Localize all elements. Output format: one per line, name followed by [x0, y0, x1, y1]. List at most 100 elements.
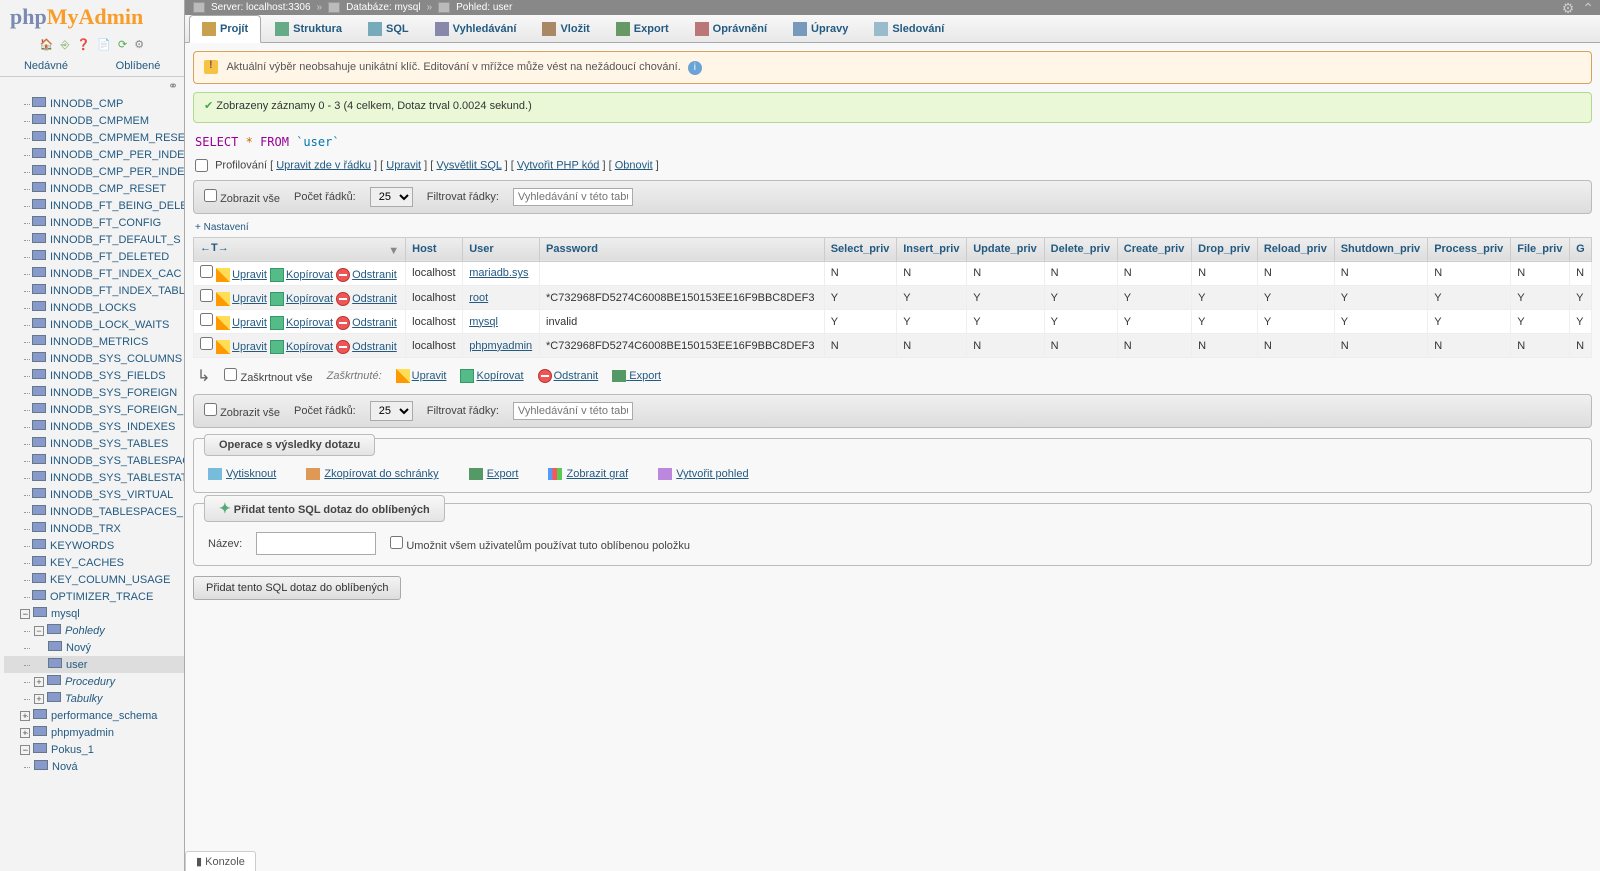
tree-table[interactable]: INNODB_FT_CONFIG: [4, 214, 184, 231]
col-header[interactable]: Host: [406, 237, 463, 261]
bulk-copy[interactable]: Kopírovat: [460, 369, 523, 383]
profiling-checkbox[interactable]: [195, 159, 208, 172]
row-checkbox[interactable]: [200, 337, 213, 350]
bc-view[interactable]: Pohled: user: [456, 2, 512, 13]
tree-procedures[interactable]: +Procedury: [4, 673, 184, 690]
col-header[interactable]: Create_priv: [1117, 237, 1191, 261]
showall-checkbox[interactable]: [204, 189, 217, 202]
tree-table[interactable]: INNODB_SYS_TABLESPAC: [4, 452, 184, 469]
tree-table[interactable]: INNODB_CMP_PER_INDEX: [4, 146, 184, 163]
checkall-checkbox[interactable]: [224, 368, 237, 381]
expand-icon[interactable]: −: [20, 745, 30, 755]
row-delete[interactable]: Odstranit: [352, 341, 397, 353]
gear-icon[interactable]: ⚙: [1562, 0, 1575, 16]
row-edit[interactable]: Upravit: [232, 341, 267, 353]
link-explain[interactable]: Vysvětlit SQL: [436, 159, 501, 171]
tree-table[interactable]: KEY_COLUMN_USAGE: [4, 571, 184, 588]
row-delete[interactable]: Odstranit: [352, 317, 397, 329]
tree-table[interactable]: INNODB_SYS_FOREIGN: [4, 384, 184, 401]
docs-icon[interactable]: ❓: [76, 39, 90, 51]
expand-icon[interactable]: +: [20, 711, 30, 721]
tree-table[interactable]: KEYWORDS: [4, 537, 184, 554]
tab-export[interactable]: Export: [604, 15, 681, 42]
op-export[interactable]: Export: [469, 468, 519, 480]
tree-table[interactable]: INNODB_SYS_TABLES: [4, 435, 184, 452]
op-print[interactable]: Vytisknout: [208, 468, 276, 480]
tree-table[interactable]: INNODB_TRX: [4, 520, 184, 537]
tree-db-perf[interactable]: +performance_schema: [4, 707, 184, 724]
tree-table[interactable]: INNODB_SYS_COLUMNS: [4, 350, 184, 367]
tree-table[interactable]: INNODB_CMPMEM: [4, 112, 184, 129]
tab-operations[interactable]: Úpravy: [781, 15, 860, 42]
op-chart[interactable]: Zobrazit graf: [548, 468, 628, 480]
row-edit[interactable]: Upravit: [232, 293, 267, 305]
logout-icon[interactable]: ⎆: [61, 39, 70, 51]
settings-icon[interactable]: ⚙: [134, 39, 144, 51]
extra-settings[interactable]: + Nastavení: [193, 218, 1592, 237]
rows-select-2[interactable]: 25: [370, 401, 413, 421]
tree-views[interactable]: −Pohledy: [4, 622, 184, 639]
rows-select[interactable]: 25: [370, 187, 413, 207]
reload-icon[interactable]: ⟳: [118, 39, 127, 51]
tree-table[interactable]: INNODB_SYS_FOREIGN_: [4, 401, 184, 418]
console-toggle[interactable]: ▮ Konzole: [185, 851, 256, 871]
bulk-export[interactable]: Export: [612, 370, 661, 382]
tree-table[interactable]: INNODB_LOCK_WAITS: [4, 316, 184, 333]
tab-favorites[interactable]: Oblíbené: [92, 56, 184, 76]
col-header[interactable]: Reload_priv: [1257, 237, 1334, 261]
collapse-icon[interactable]: ⚭: [0, 77, 184, 95]
row-copy[interactable]: Kopírovat: [286, 317, 333, 329]
op-view[interactable]: Vytvořit pohled: [658, 468, 748, 480]
tree-view-user[interactable]: user: [4, 656, 184, 673]
col-header[interactable]: Drop_priv: [1192, 237, 1258, 261]
tree-table[interactable]: INNODB_CMP_PER_INDEX_R: [4, 163, 184, 180]
tree-db-pokus[interactable]: −Pokus_1: [4, 741, 184, 758]
tree-table[interactable]: INNODB_CMP: [4, 95, 184, 112]
profiling-label[interactable]: Profilování: [215, 159, 267, 171]
sql-icon[interactable]: 📄: [97, 39, 111, 51]
tab-insert[interactable]: Vložit: [530, 15, 601, 42]
tree-table[interactable]: INNODB_FT_BEING_DELE: [4, 197, 184, 214]
bookmark-name-input[interactable]: [256, 532, 376, 555]
col-header[interactable]: Delete_priv: [1044, 237, 1117, 261]
expand-icon[interactable]: +: [20, 728, 30, 738]
bc-server[interactable]: Server: localhost:3306: [211, 2, 311, 13]
tab-sql[interactable]: SQL: [356, 15, 421, 42]
row-checkbox[interactable]: [200, 313, 213, 326]
tree-table[interactable]: INNODB_CMPMEM_RESET: [4, 129, 184, 146]
filter-input-2[interactable]: [513, 402, 633, 420]
tree-tables[interactable]: +Tabulky: [4, 690, 184, 707]
tree-db-mysql[interactable]: −mysql: [4, 605, 184, 622]
tree-table[interactable]: INNODB_METRICS: [4, 333, 184, 350]
tree-table[interactable]: INNODB_SYS_VIRTUAL: [4, 486, 184, 503]
row-copy[interactable]: Kopírovat: [286, 269, 333, 281]
bookmark-submit-button[interactable]: Přidat tento SQL dotaz do oblíbených: [193, 576, 401, 600]
tree-table[interactable]: INNODB_FT_INDEX_CAC: [4, 265, 184, 282]
info-icon[interactable]: i: [688, 61, 702, 75]
tab-recent[interactable]: Nedávné: [0, 56, 92, 76]
tab-browse[interactable]: Projít: [189, 15, 261, 43]
collapse-top-icon[interactable]: ⌃: [1582, 0, 1594, 16]
expand-icon[interactable]: +: [34, 677, 44, 687]
tree-table[interactable]: INNODB_CMP_RESET: [4, 180, 184, 197]
tree-table[interactable]: INNODB_FT_DELETED: [4, 248, 184, 265]
logo[interactable]: phpMyAdmin: [0, 0, 184, 34]
row-edit[interactable]: Upravit: [232, 317, 267, 329]
tree-table[interactable]: INNODB_FT_INDEX_TABL: [4, 282, 184, 299]
bulk-delete[interactable]: Odstranit: [538, 369, 599, 383]
tree-table[interactable]: KEY_CACHES: [4, 554, 184, 571]
link-refresh[interactable]: Obnovit: [615, 159, 653, 171]
expand-icon[interactable]: −: [34, 626, 44, 636]
tree-new-view[interactable]: Nový: [4, 639, 184, 656]
tree-table[interactable]: INNODB_SYS_INDEXES: [4, 418, 184, 435]
col-header[interactable]: Insert_priv: [897, 237, 967, 261]
row-copy[interactable]: Kopírovat: [286, 293, 333, 305]
tree-db-pma[interactable]: +phpmyadmin: [4, 724, 184, 741]
link-edit[interactable]: Upravit: [386, 159, 421, 171]
row-copy[interactable]: Kopírovat: [286, 341, 333, 353]
tab-privileges[interactable]: Oprávnění: [683, 15, 779, 42]
link-inline-edit[interactable]: Upravit zde v řádku: [276, 159, 371, 171]
tree-table[interactable]: INNODB_TABLESPACES_: [4, 503, 184, 520]
tree-table[interactable]: INNODB_FT_DEFAULT_S: [4, 231, 184, 248]
bookmark-allusers-checkbox[interactable]: [390, 536, 403, 549]
